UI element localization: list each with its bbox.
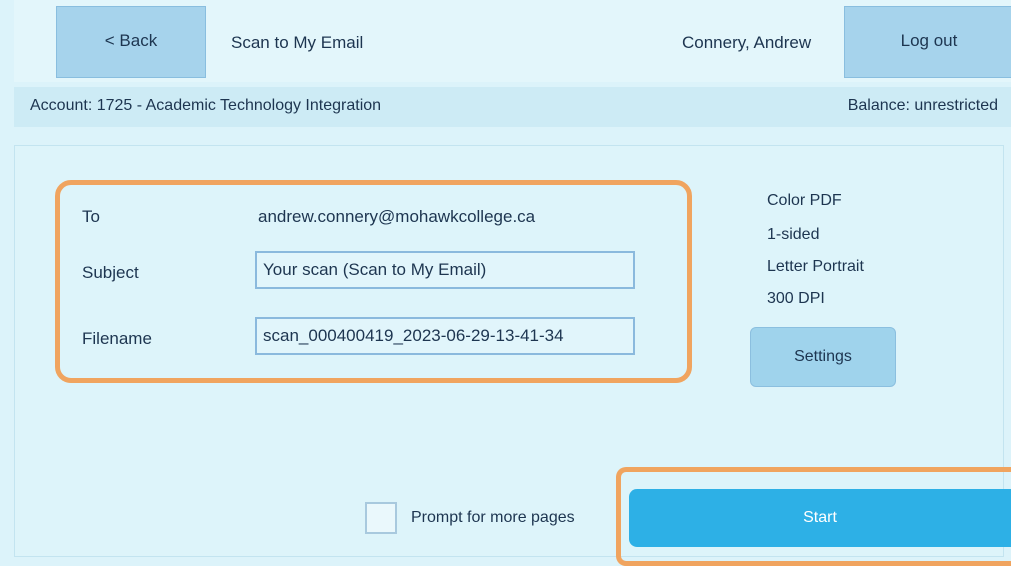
logout-button-label: Log out (900, 31, 958, 50)
account-bar: Account: 1725 - Academic Technology Inte… (14, 87, 1011, 127)
prompt-more-pages-checkbox[interactable] (365, 502, 397, 534)
prompt-more-pages-label[interactable]: Prompt for more pages (411, 509, 575, 527)
sides-info: 1-sided (767, 226, 820, 243)
back-button[interactable]: < Back (56, 6, 206, 78)
back-button-label: < Back (104, 31, 158, 50)
start-highlight-annotation (616, 467, 1011, 566)
scan-screen: < Back Scan to My Email Connery, Andrew … (0, 0, 1011, 566)
form-highlight-annotation (55, 180, 692, 383)
header-bar: < Back Scan to My Email Connery, Andrew … (14, 0, 1011, 82)
format-info: Color PDF (767, 192, 842, 209)
account-text: Account: 1725 - Academic Technology Inte… (30, 97, 382, 114)
logout-button[interactable]: Log out (844, 6, 1011, 78)
balance-text: Balance: unrestricted (847, 97, 998, 114)
user-name: Connery, Andrew (682, 33, 812, 52)
settings-button[interactable]: Settings (750, 327, 896, 387)
settings-button-label: Settings (794, 348, 852, 365)
paper-info: Letter Portrait (767, 258, 864, 275)
page-title: Scan to My Email (231, 33, 364, 52)
resolution-info: 300 DPI (767, 290, 825, 307)
